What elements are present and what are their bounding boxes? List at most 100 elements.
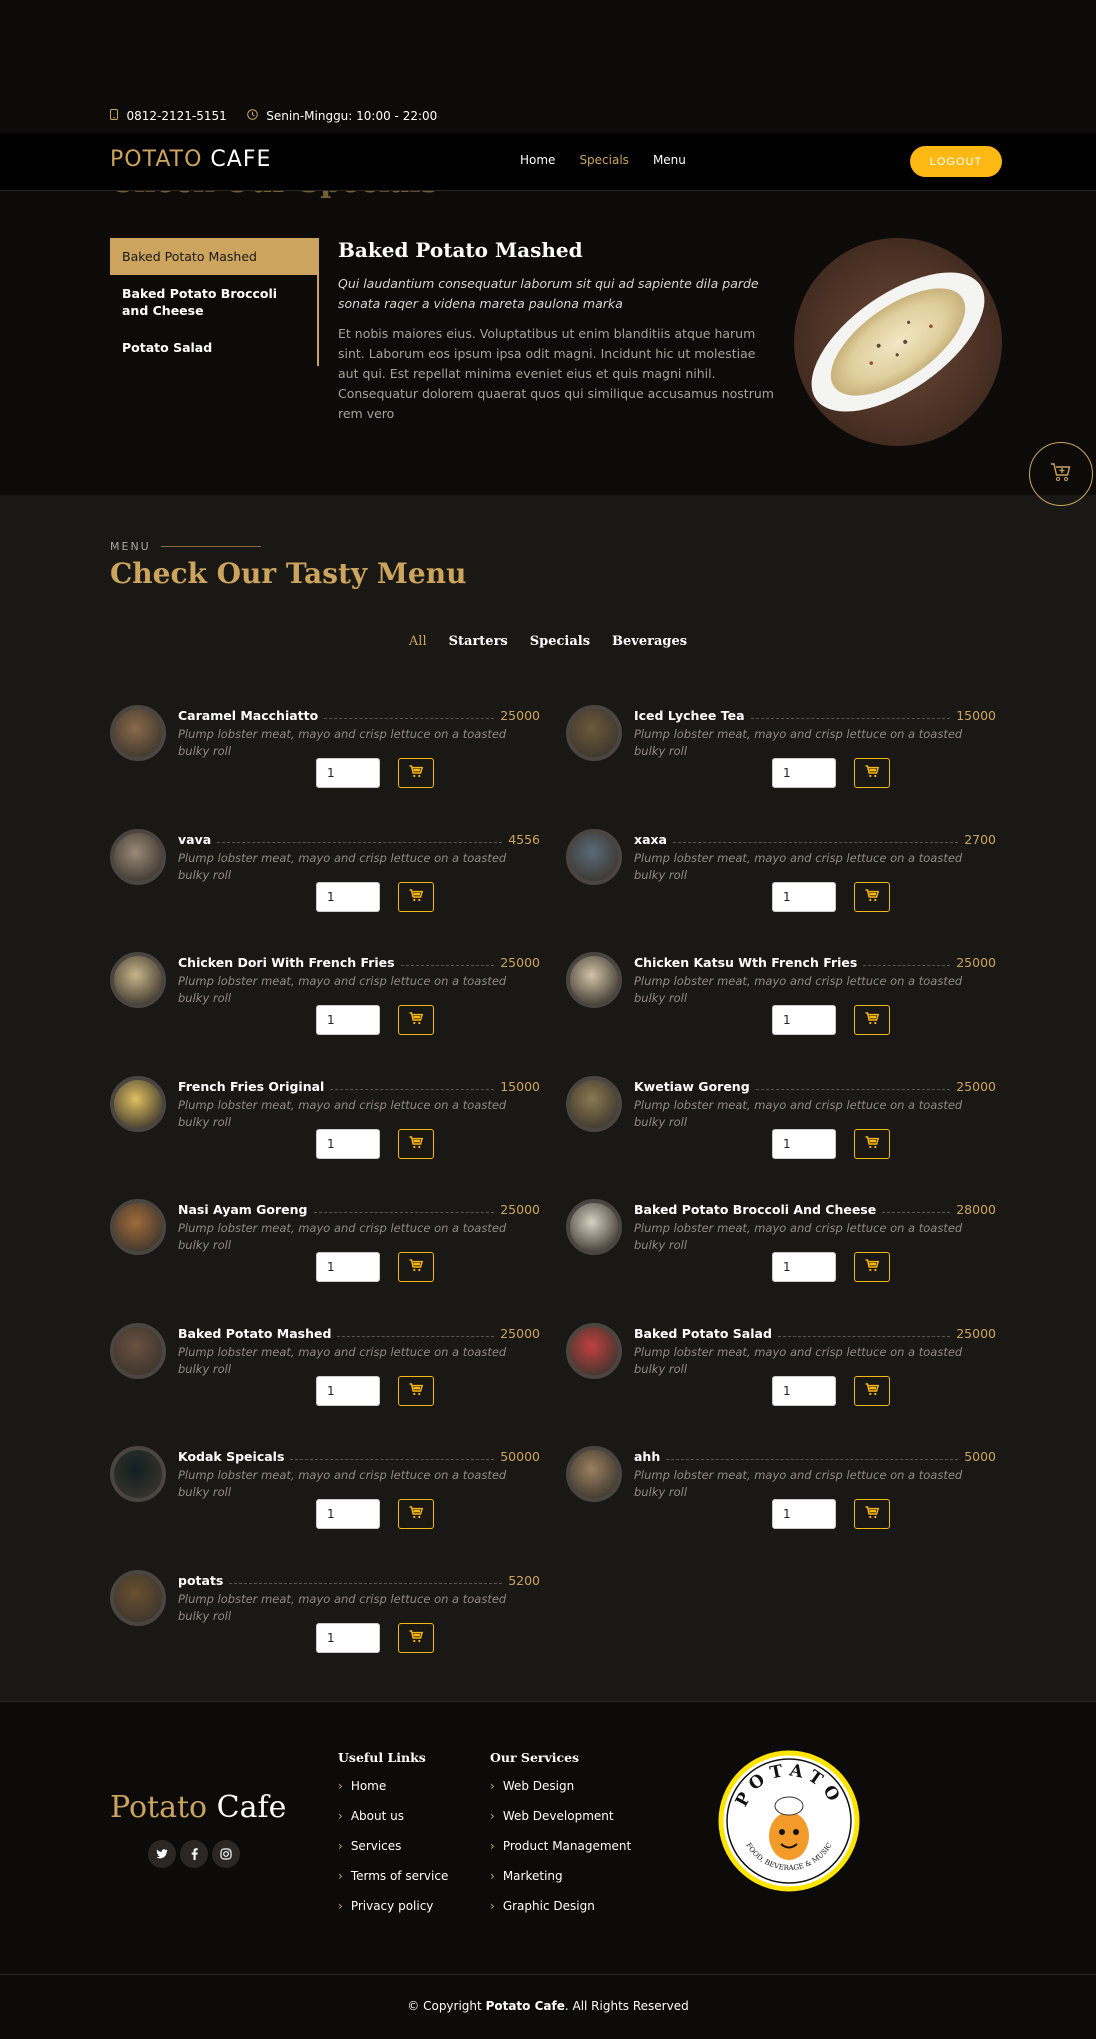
quantity-input[interactable] [316, 1252, 380, 1282]
menu-item-price: 4556 [508, 831, 540, 847]
chevron-right-icon: › [490, 1899, 495, 1913]
dotted-leader [666, 1459, 959, 1460]
quantity-input[interactable] [772, 1252, 836, 1282]
add-to-cart-button[interactable] [398, 758, 434, 788]
twitter-icon[interactable] [148, 1840, 176, 1868]
quantity-input[interactable] [316, 1375, 380, 1406]
social-links [148, 1840, 240, 1868]
menu-item-thumbnail [566, 705, 622, 761]
quantity-input[interactable] [772, 758, 836, 788]
add-to-cart-button[interactable] [398, 1375, 434, 1406]
cart-icon [865, 1012, 880, 1028]
add-to-cart-button[interactable] [854, 1128, 890, 1159]
menu-item-thumbnail [566, 1075, 622, 1132]
cart-icon [409, 1012, 424, 1028]
add-to-cart-button[interactable] [398, 1252, 434, 1282]
add-to-cart-button[interactable] [854, 1252, 890, 1282]
filter-beverages[interactable]: Beverages [612, 634, 687, 649]
footer-service-web-design[interactable]: › Web Design [490, 1779, 631, 1809]
floating-cart-button[interactable] [1029, 442, 1093, 506]
nav-specials[interactable]: Specials [579, 153, 629, 167]
specials-tab-baked-potato-broccoli[interactable]: Baked Potato Broccoli and Cheese [110, 275, 317, 329]
menu-item-thumbnail [110, 952, 166, 1008]
footer-link-label: Home [350, 1779, 387, 1793]
nav-home[interactable]: Home [520, 153, 555, 167]
quantity-input[interactable] [772, 881, 836, 912]
footer-link-terms[interactable]: › Terms of service [338, 1869, 448, 1899]
menu-item-thumbnail [566, 952, 622, 1008]
menu-item-thumbnail [110, 1199, 166, 1255]
quantity-input[interactable] [316, 1499, 380, 1529]
quantity-input[interactable] [316, 881, 380, 912]
footer-service-graphic[interactable]: › Graphic Design [490, 1899, 631, 1929]
phone-number: 0812-2121-5151 [126, 109, 227, 123]
dotted-leader [290, 1459, 495, 1460]
add-to-cart-button[interactable] [854, 758, 890, 788]
dotted-leader [229, 1582, 503, 1584]
footer-link-home[interactable]: › Home [338, 1779, 448, 1809]
add-to-cart-button[interactable] [854, 881, 890, 912]
footer-service-web-dev[interactable]: › Web Development [490, 1809, 631, 1839]
quantity-input[interactable] [316, 1005, 380, 1035]
filter-specials[interactable]: Specials [530, 634, 590, 649]
cart-icon [409, 1135, 424, 1152]
quantity-input[interactable] [772, 1375, 836, 1406]
clock-icon [246, 109, 262, 123]
site-logo[interactable]: POTATO CAFE [110, 147, 271, 172]
menu-item-name: xaxa [634, 831, 667, 847]
specials-tabs: Baked Potato Mashed Baked Potato Broccol… [110, 238, 319, 366]
menu-item: Chicken Dori With French Fries 25000 Plump… [110, 952, 540, 1062]
footer-link-services[interactable]: › Services [338, 1839, 448, 1869]
menu-item-name: ahh [634, 1449, 661, 1464]
filter-all[interactable]: All [409, 634, 427, 649]
footer-service-label: Product Management [502, 1839, 632, 1853]
quantity-input[interactable] [772, 1005, 836, 1035]
quantity-input[interactable] [316, 1622, 380, 1653]
menu-item-name: Iced Lychee Tea [634, 708, 745, 723]
logout-button[interactable]: LOGOUT [910, 146, 1002, 177]
menu-item: Baked Potato Broccoli And Cheese 28000 Plu… [566, 1199, 996, 1309]
filter-starters[interactable]: Starters [449, 634, 508, 649]
menu-item-price: 5000 [964, 1449, 996, 1464]
footer-service-label: Web Design [502, 1779, 575, 1793]
add-to-cart-button[interactable] [398, 1499, 434, 1529]
footer-link-privacy[interactable]: › Privacy policy [338, 1899, 448, 1929]
add-to-cart-button[interactable] [854, 1005, 890, 1035]
add-to-cart-button[interactable] [398, 881, 434, 912]
footer-link-about[interactable]: › About us [338, 1809, 448, 1839]
add-to-cart-button[interactable] [854, 1499, 890, 1529]
facebook-icon[interactable] [180, 1840, 208, 1868]
footer-service-marketing[interactable]: › Marketing [490, 1869, 631, 1899]
add-to-cart-button[interactable] [398, 1005, 434, 1035]
top-info-bar: 0812-2121-5151 Senin-Minggu: 10:00 - 22:… [0, 0, 1096, 133]
footer-link-label: Privacy policy [350, 1899, 434, 1913]
quantity-input[interactable] [316, 758, 380, 788]
quantity-input[interactable] [772, 1128, 836, 1159]
instagram-icon[interactable] [212, 1840, 240, 1868]
specials-description: Et nobis maiores eius. Voluptatibus ut e… [338, 326, 774, 421]
add-to-cart-button[interactable] [854, 1375, 890, 1406]
menu-item: ahh 5000 Plump lobster meat, mayo and cris… [566, 1446, 996, 1556]
menu-item-name: Baked Potato Mashed [178, 1325, 332, 1341]
cart-icon [409, 1382, 424, 1399]
potato-logo-badge: POTATO FOOD, BEVERAGE & MUSIC [718, 1750, 860, 1892]
cart-plus-icon [1050, 462, 1072, 486]
quantity-input[interactable] [772, 1499, 836, 1529]
add-to-cart-button[interactable] [398, 1622, 434, 1653]
quantity-input[interactable] [316, 1128, 380, 1159]
chevron-right-icon: › [490, 1779, 495, 1793]
menu-item-header: Caramel Macchiatto 25000 [178, 708, 540, 723]
menu-item-thumbnail [566, 1446, 622, 1502]
menu-item-ingredients: Plump lobster meat, mayo and crisp lettu… [634, 1344, 963, 1376]
menu-item-ingredients: Plump lobster meat, mayo and crisp lettu… [178, 727, 507, 758]
specials-tab-baked-potato-mashed[interactable]: Baked Potato Mashed [110, 238, 317, 275]
specials-tab-potato-salad[interactable]: Potato Salad [110, 329, 317, 366]
footer-link-label: About us [350, 1809, 404, 1823]
add-to-cart-button[interactable] [398, 1128, 434, 1159]
footer-service-product[interactable]: › Product Management [490, 1839, 631, 1869]
menu-section: MENU Check Our Tasty Menu All Starters S… [0, 495, 1096, 1701]
menu-item-price: 25000 [500, 1202, 540, 1217]
menu-item: Iced Lychee Tea 15000 Plump lobster meat, … [566, 705, 996, 815]
nav-menu[interactable]: Menu [653, 153, 686, 167]
menu-item-ingredients: Plump lobster meat, mayo and crisp lettu… [634, 974, 963, 1005]
